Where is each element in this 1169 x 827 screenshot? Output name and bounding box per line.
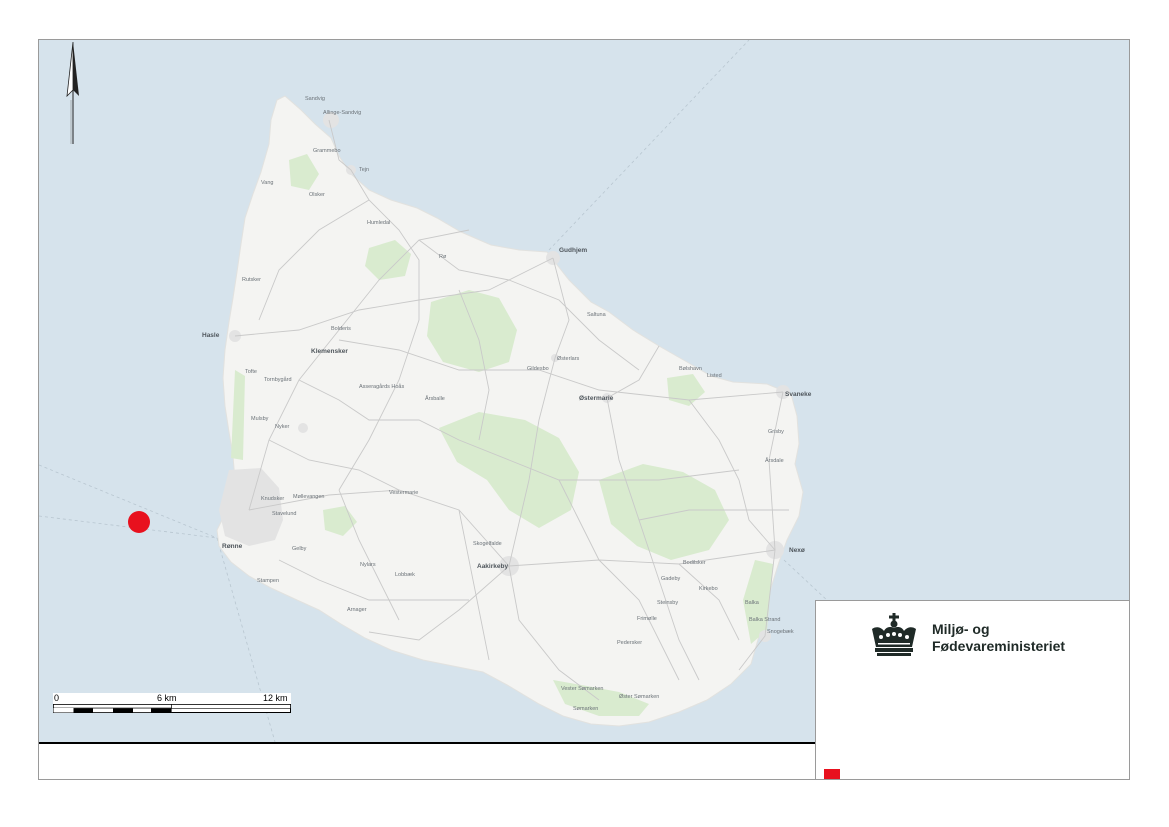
- map-frame: Sandvig Allinge-Sandvig Grammebo Tejn Vang Ol…: [38, 39, 1130, 780]
- scale-bar: 0 6 km 12 km: [53, 693, 291, 713]
- place-label-lobbaek: Lobbæk: [395, 572, 415, 578]
- place-label-tornbygard: Tornbygård: [264, 376, 292, 383]
- scale-label-0: 0: [54, 693, 60, 703]
- place-label-mulsby: Mulsby: [251, 416, 269, 422]
- map-footer-strip: [39, 742, 815, 779]
- place-label-tejn: Tejn: [359, 167, 369, 173]
- place-label-aakirkeby: Aakirkeby: [477, 563, 508, 570]
- place-label-gelby: Gelby: [292, 546, 307, 552]
- place-label-snogebaek: Snogebæk: [767, 629, 794, 635]
- place-label-gadeby: Gadeby: [661, 576, 681, 582]
- place-label-vang: Vang: [261, 180, 273, 186]
- place-label-olsker: Olsker: [309, 192, 325, 198]
- place-label-ro: Rø: [439, 254, 447, 260]
- north-arrow-icon: [66, 41, 79, 144]
- place-label-nylars: Nylars: [360, 562, 376, 568]
- place-label-fremolle: Frimølle: [637, 616, 657, 622]
- place-label-arsballe: Årsballe: [425, 395, 445, 402]
- place-label-arnager: Arnager: [347, 607, 367, 613]
- place-label-somarken: Sømarken: [573, 706, 598, 712]
- place-label-pedersker: Pedersker: [617, 640, 642, 646]
- place-label-humledal: Humledal: [367, 220, 390, 226]
- place-label-balkastrand: Balka Strand: [749, 617, 781, 623]
- place-label-vestersomarken: Vester Sømarken: [561, 686, 604, 692]
- place-label-tofte: Tofte: [245, 369, 257, 375]
- place-label-stampen: Stampen: [257, 578, 279, 584]
- place-label-nexo: Nexø: [789, 547, 805, 554]
- ministry-name-line2: Fødevareministeriet: [932, 638, 1066, 654]
- place-label-stavelund: Stavelund: [272, 511, 296, 517]
- place-label-saltuna: Saltuna: [587, 312, 607, 318]
- place-label-gildesbo: Gildesbo: [527, 366, 549, 372]
- place-label-grammebo: Grammebo: [313, 148, 341, 154]
- legend-panel: Miljø- og Fødevareministeriet: [815, 600, 1129, 779]
- place-label-ostermarie: Østermarie: [579, 395, 614, 402]
- place-label-knudsker: Knudsker: [261, 496, 284, 502]
- place-label-svaneke: Svaneke: [785, 391, 812, 398]
- crown-logo-icon: [872, 613, 916, 656]
- place-label-gudhjem: Gudhjem: [559, 247, 587, 254]
- legend-swatch: [824, 769, 840, 779]
- place-label-bolshavn: Bølshavn: [679, 366, 702, 372]
- place-label-mollevangen: Møllevangen: [293, 494, 325, 500]
- place-label-nyker: Nyker: [275, 424, 290, 430]
- place-label-vestermarie: Vestermarie: [389, 490, 418, 496]
- scale-bar-graphic: [53, 704, 291, 713]
- place-label-asseragard: Asseragårds Hoås: [359, 383, 404, 390]
- place-label-hasle: Hasle: [202, 332, 220, 339]
- scale-label-mid: 6 km: [157, 693, 177, 703]
- place-label-allinge: Allinge-Sandvig: [323, 110, 361, 116]
- ministry-name-line1: Miljø- og: [932, 621, 990, 637]
- location-dot-icon[interactable]: [128, 511, 150, 533]
- place-label-rutsker: Rutsker: [242, 277, 261, 283]
- place-label-ronne: Rønne: [222, 543, 243, 550]
- place-label-sandvig: Sandvig: [305, 96, 325, 102]
- place-label-steinsby: Steinsby: [657, 600, 678, 606]
- place-label-listed: Listed: [707, 373, 722, 379]
- scale-label-end: 12 km: [263, 693, 288, 703]
- place-label-bolderis: Bolderis: [331, 326, 351, 332]
- place-label-bodilsker: Bodilsker: [683, 560, 706, 566]
- place-label-klemensker: Klemensker: [311, 348, 348, 355]
- place-label-arsdale: Årsdale: [765, 457, 784, 464]
- place-label-balka: Balka: [745, 600, 760, 606]
- place-label-kirkebo: Kirkebo: [699, 586, 718, 592]
- place-label-grisby: Grisby: [768, 429, 784, 435]
- place-label-osterlars: Østerlars: [557, 356, 580, 362]
- ministry-name: Miljø- og Fødevareministeriet: [932, 621, 1065, 655]
- place-label-skogelfalde: Skogelfalde: [473, 541, 502, 547]
- place-label-ostersomarken: Øster Sømarken: [619, 694, 659, 700]
